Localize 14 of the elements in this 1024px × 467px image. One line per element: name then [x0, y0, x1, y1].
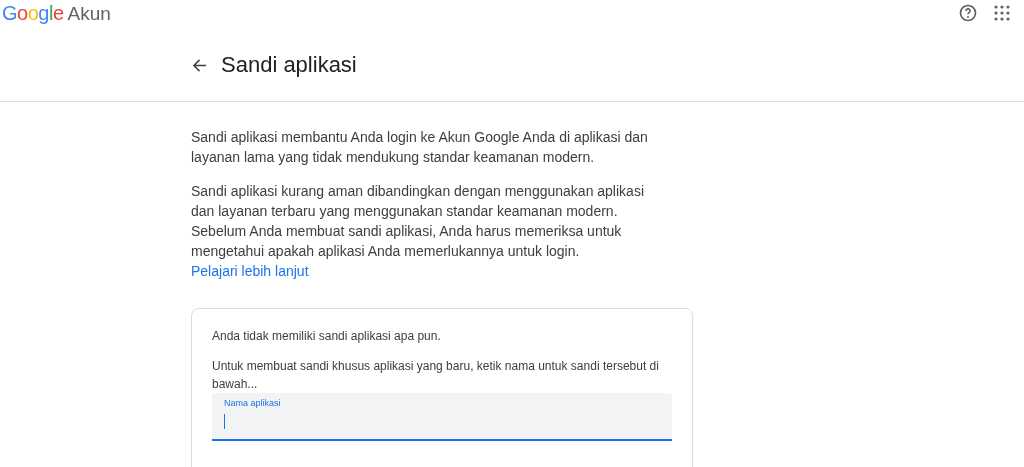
logo-wordmark[interactable]: Google: [2, 1, 64, 25]
instruction-text: Untuk membuat sandi khusus aplikasi yang baru, ketik nama untuk sandi tersebut di bawah...: [212, 358, 660, 393]
back-arrow-icon[interactable]: [192, 57, 207, 73]
product-name: Akun: [67, 2, 111, 25]
page-title: Sandi aplikasi: [221, 52, 357, 78]
help-icon[interactable]: [958, 3, 978, 23]
empty-message: Anda tidak memiliki sandi aplikasi apa pun.: [212, 328, 442, 345]
field-label: Nama aplikasi: [224, 397, 281, 409]
description-paragraph: Sandi aplikasi kurang aman dibandingkan dengan menggunakan aplikasi dan layanan terbaru yang menggunakan standar keamanan modern. Sebelum Anda membuat sandi aplikasi, Anda harus memeriksa untuk mengetahui apakah aplikasi Anda memerlukannya untuk login.: [191, 182, 645, 261]
text-cursor: [224, 414, 225, 429]
app-name-field[interactable]: Nama aplikasi: [212, 393, 672, 441]
description-paragraph: Sandi aplikasi membantu Anda login ke Akun Google Anda di aplikasi dan layanan lama yang tidak mendukung standar keamanan modern.: [191, 128, 649, 167]
apps-grid-icon[interactable]: [994, 5, 1010, 21]
learn-more-link[interactable]: Pelajari lebih lanjut: [191, 261, 309, 281]
